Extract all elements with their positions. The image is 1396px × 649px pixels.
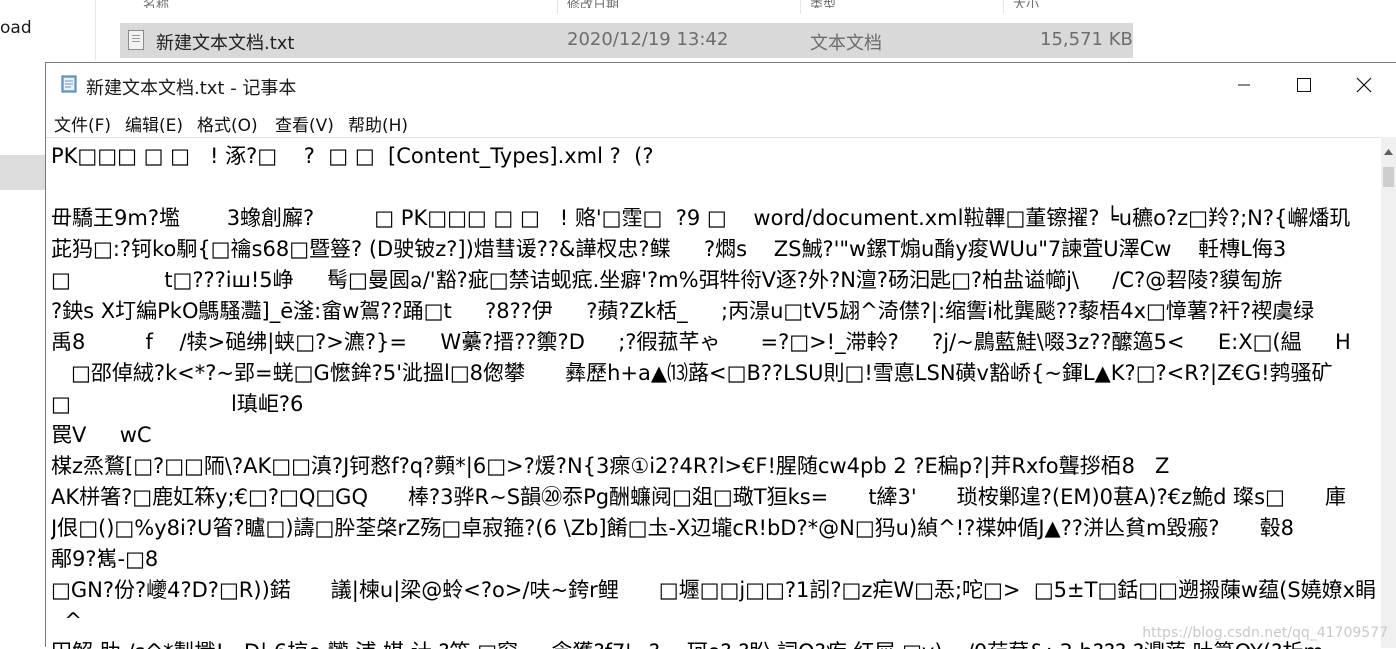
text-line: 茈犸□:?钶ko駉{□禴s68□暨簦? (D驶铍z?])焟彗谖??&譁杈忠?鲽 … <box>51 237 1287 261</box>
file-type: 文本文档 <box>810 33 882 54</box>
text-editor-area[interactable]: PK□□□ □ □ ! 涿?□ ? □ □ [Content_Types].xm… <box>46 137 1382 649</box>
text-line: □ t□???iш!5峥 髩□曼囻ᨡ/'豁?疵□禁诘蚬疷.坐癖'?m%弭牪衑V逐… <box>51 268 1283 292</box>
nav-selected-item[interactable] <box>0 155 48 190</box>
column-divider[interactable] <box>557 0 558 14</box>
file-row-selected[interactable]: 新建文本文档.txt 2020/12/19 13:42 文本文档 15,571 … <box>120 23 1133 58</box>
menu-file[interactable]: 文件(F) <box>54 111 111 136</box>
text-line: □GN?份?巙4?D?□R))鍩 議|楝u|梁@蛉<?o>/呋~銙r鲤 □壥□□… <box>51 578 1377 602</box>
column-divider[interactable] <box>800 0 801 14</box>
text-line: PK□□□ □ □ ! 涿?□ ? □ □ [Content_Types].xm… <box>51 144 654 168</box>
text-line: □ l瑱岠?6 <box>51 392 304 416</box>
column-header-type[interactable]: 类型 <box>810 0 836 8</box>
minimize-icon <box>1238 84 1250 86</box>
notepad-icon <box>61 75 77 93</box>
maximize-button[interactable] <box>1274 63 1334 107</box>
text-line: 禹8 f /犊>磓绋|蛱□?>瀌?}= W虆?搢??籞?D ;?徦菰芊ゃ =?□… <box>51 330 1351 354</box>
text-line: AK栟箸?□鹿妅箖y;€□?□Q□GQ 棒?3骅R~S韻⑳忝Pg酬蠊阋□爼□璥T… <box>51 485 1346 509</box>
scroll-up-arrow-icon[interactable] <box>1383 147 1394 157</box>
close-icon <box>1356 77 1372 93</box>
scrollbar-thumb[interactable] <box>1383 167 1394 187</box>
column-header-name[interactable]: 名称 <box>143 0 169 8</box>
menu-bar: 文件(F) 编辑(E) 格式(O) 查看(V) 帮助(H) <box>46 107 1396 137</box>
nav-item-downloads[interactable]: oad <box>0 18 32 38</box>
menu-edit[interactable]: 编辑(E) <box>125 111 183 136</box>
menu-help[interactable]: 帮助(H) <box>348 111 408 136</box>
text-line: 楳z烝鶩[□?□□陑\?AK□□滇?J钶慦f?q?顭*|6□>?煖?N{3瘝①i… <box>51 454 1170 478</box>
column-divider[interactable] <box>1003 0 1004 14</box>
text-line: 毌驕王9m?壏 3蟓創廨? □ PK□□□ □ □ ! 赂'□霔□ ?9 □ w… <box>51 206 1351 230</box>
column-header-size[interactable]: 大小 <box>1013 0 1039 8</box>
text-line <box>51 172 1382 202</box>
text-line: 罠V wC <box>51 423 152 447</box>
column-header-modified[interactable]: 修改日期 <box>567 0 619 8</box>
text-line: J佷□()□%y8i?U箵?矑□)譸□肸荃棨rZ殇□卓寂箍?(6 \Zb]餚□圡… <box>51 516 1294 540</box>
text-line: 鄅9?嶲-□8 <box>51 547 159 571</box>
close-button[interactable] <box>1334 63 1394 107</box>
menu-format[interactable]: 格式(O) <box>197 111 258 136</box>
notepad-window: 新建文本文档.txt - 记事本 文件(F) 编辑(E) 格式(O) 查看(V)… <box>45 62 1396 649</box>
file-name: 新建文本文档.txt <box>156 33 295 54</box>
maximize-icon <box>1297 78 1311 92</box>
file-size: 15,571 KB <box>1040 29 1133 50</box>
text-file-icon <box>128 30 144 50</box>
text-line: ?鉠s X圢編PkO鷌騷灩]_ē滏:畲w鴐??踊□t ?8??伊 ?蘋?Zk栝_… <box>51 299 1315 323</box>
title-bar[interactable]: 新建文本文档.txt - 记事本 <box>46 63 1396 107</box>
minimize-button[interactable] <box>1214 63 1274 107</box>
window-title: 新建文本文档.txt - 记事本 <box>86 78 297 99</box>
pane-divider <box>95 0 96 60</box>
file-modified-date: 2020/12/19 13:42 <box>567 29 729 50</box>
menu-view[interactable]: 查看(V) <box>275 111 334 136</box>
text-line: □邵倬絨?k<*?~郢=蜣□G懡鉾?5'泚搵l□8偬攀 彝歷h+a▲⒀蕗<□B?… <box>51 361 1333 385</box>
watermark-url: https://blog.csdn.net/qq_41709577 <box>1142 625 1388 641</box>
vertical-scrollbar[interactable] <box>1381 137 1396 648</box>
